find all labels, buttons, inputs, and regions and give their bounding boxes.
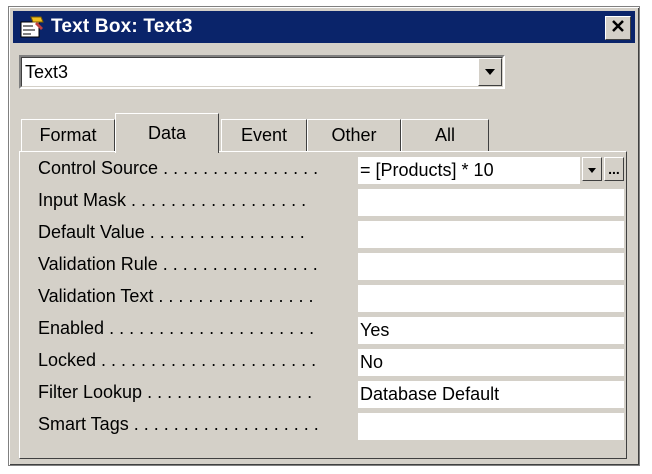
object-selector[interactable]: Text3 (19, 55, 505, 89)
property-value-field[interactable] (358, 221, 624, 248)
object-selector-dropdown-button[interactable] (478, 58, 502, 86)
property-value-field[interactable] (358, 189, 624, 216)
tab-label: Format (39, 125, 97, 145)
tab-other[interactable]: Other (307, 119, 401, 151)
property-row-smart-tags[interactable]: Smart Tags . . . . . . . . . . . . . . .… (38, 412, 624, 442)
property-value-field[interactable]: Database Default (358, 381, 624, 408)
property-row-control-source[interactable]: Control Source . . . . . . . . . . . . .… (38, 156, 624, 186)
tab-strip: Format Data Event Other All (19, 113, 619, 153)
property-row-input-mask[interactable]: Input Mask . . . . . . . . . . . . . . .… (38, 188, 624, 218)
property-row-filter-lookup[interactable]: Filter Lookup . . . . . . . . . . . . . … (38, 380, 624, 410)
property-row-locked[interactable]: Locked . . . . . . . . . . . . . . . . .… (38, 348, 624, 378)
property-label: Filter Lookup . . . . . . . . . . . . . … (38, 382, 313, 402)
property-value-field[interactable]: Yes (358, 317, 624, 344)
property-value-field[interactable] (358, 413, 624, 440)
property-label: Validation Rule . . . . . . . . . . . . … (38, 254, 318, 274)
property-value-field[interactable] (358, 253, 624, 280)
property-value-field[interactable]: = [Products] * 10 (358, 157, 580, 184)
property-row-validation-text[interactable]: Validation Text . . . . . . . . . . . . … (38, 284, 624, 314)
property-row-validation-rule[interactable]: Validation Rule . . . . . . . . . . . . … (38, 252, 624, 282)
builder-button[interactable]: ... (604, 157, 624, 181)
tab-label: All (434, 125, 455, 145)
property-label: Enabled . . . . . . . . . . . . . . . . … (38, 318, 315, 338)
object-selector-value: Text3 (25, 62, 69, 82)
properties-icon (19, 14, 45, 40)
property-label: Locked . . . . . . . . . . . . . . . . .… (38, 350, 317, 370)
close-icon (611, 19, 625, 38)
chevron-down-icon (484, 63, 496, 81)
tab-all[interactable]: All (401, 119, 489, 151)
tab-event[interactable]: Event (221, 119, 307, 151)
properties-dialog: Text Box: Text3 Text3 Format Data Event (8, 6, 640, 466)
property-value-field[interactable] (358, 285, 624, 312)
window-title: Text Box: Text3 (51, 16, 193, 37)
title-bar[interactable]: Text Box: Text3 (13, 11, 635, 43)
property-sheet: Control Source . . . . . . . . . . . . .… (19, 151, 627, 459)
property-row-default-value[interactable]: Default Value . . . . . . . . . . . . . … (38, 220, 624, 250)
tab-data[interactable]: Data (115, 113, 219, 153)
property-label: Default Value . . . . . . . . . . . . . … (38, 222, 305, 242)
chevron-down-icon (587, 164, 597, 174)
property-label: Validation Text . . . . . . . . . . . . … (38, 286, 314, 306)
property-label: Control Source . . . . . . . . . . . . .… (38, 158, 319, 178)
property-label: Smart Tags . . . . . . . . . . . . . . .… (38, 414, 319, 434)
property-row-enabled[interactable]: Enabled . . . . . . . . . . . . . . . . … (38, 316, 624, 346)
property-label: Input Mask . . . . . . . . . . . . . . .… (38, 190, 307, 210)
tab-label: Event (240, 125, 288, 145)
property-dropdown-button[interactable] (582, 157, 602, 181)
close-button[interactable] (605, 16, 631, 40)
tab-format[interactable]: Format (21, 119, 115, 151)
ellipsis-icon: ... (608, 161, 620, 177)
tab-label: Data (147, 123, 187, 143)
property-value-field[interactable]: No (358, 349, 624, 376)
tab-label: Other (331, 125, 377, 145)
